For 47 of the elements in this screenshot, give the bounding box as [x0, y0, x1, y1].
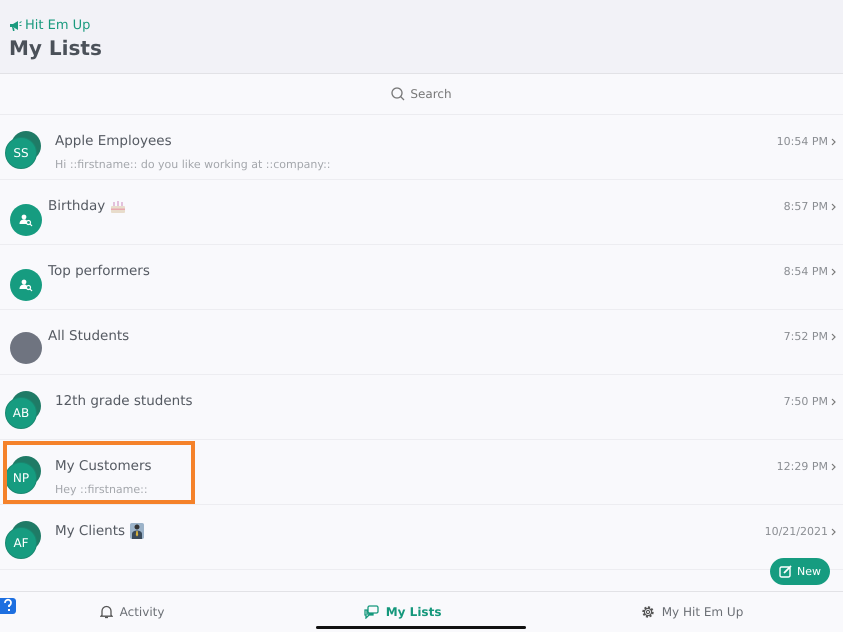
chevron-icon — [831, 398, 836, 406]
new-button[interactable]: New — [770, 558, 830, 585]
list-name[interactable]: 12th grade students — [55, 393, 193, 409]
timestamp: 10/21/2021 — [764, 525, 828, 538]
chevron-icon — [831, 138, 836, 146]
tab[interactable]: My Lists — [362, 603, 444, 621]
bell-icon — [100, 605, 113, 619]
cake-icon — [110, 198, 126, 214]
compose-icon — [779, 565, 793, 578]
settings-icon — [640, 605, 655, 619]
smart-list-avatar — [10, 269, 42, 301]
message-preview: Hi ::firstname:: do you like working at ::company:: — [55, 158, 332, 171]
timestamp: 8:57 PM — [784, 200, 828, 213]
megaphone-icon — [9, 20, 22, 31]
help-icon[interactable] — [0, 596, 16, 616]
list-name[interactable]: All Students — [48, 328, 130, 344]
timestamp: 8:54 PM — [784, 265, 828, 278]
timestamp: 12:29 PM — [776, 460, 828, 473]
chat-bubbles-icon — [364, 605, 379, 619]
page-title: My Lists — [9, 36, 103, 60]
tab[interactable]: My Hit Em Up — [638, 603, 746, 621]
list-name[interactable]: Apple Employees — [55, 133, 172, 149]
timestamp: 10:54 PM — [776, 135, 828, 148]
smart-list-avatar — [10, 204, 42, 236]
avatar — [10, 332, 42, 364]
chevron-icon — [831, 268, 836, 276]
list-row[interactable]: Birthday 8:57 PM — [0, 180, 843, 245]
list-name[interactable]: Birthday — [48, 198, 106, 214]
chevron-icon — [831, 332, 836, 340]
list-row[interactable]: NP My Customers Hey ::firstname:: 12:29 PM — [0, 440, 843, 505]
list-row[interactable]: All Students 7:52 PM — [0, 310, 843, 375]
message-preview: Hey ::firstname:: — [55, 483, 149, 496]
search-icon — [391, 87, 406, 101]
search-field[interactable]: Search — [388, 84, 455, 104]
chevron-icon — [831, 202, 836, 210]
list-row[interactable]: SS Apple Employees Hi ::firstname:: do you like working at ::company:: 10:54 PM — [0, 115, 843, 180]
tab[interactable]: Activity — [98, 603, 166, 621]
figure-in-suit-icon — [130, 523, 144, 539]
chevron-icon — [831, 462, 836, 470]
list-name[interactable]: My Clients — [55, 523, 126, 539]
timestamp: 7:52 PM — [784, 330, 828, 343]
list-name[interactable]: Top performers — [48, 263, 150, 279]
list-name[interactable]: My Customers — [55, 458, 152, 474]
timestamp: 7:50 PM — [784, 395, 828, 408]
list-row[interactable]: AB 12th grade students 7:50 PM — [0, 375, 843, 440]
list-row[interactable]: Top performers 8:54 PM — [0, 245, 843, 310]
chevron-icon — [831, 528, 836, 536]
